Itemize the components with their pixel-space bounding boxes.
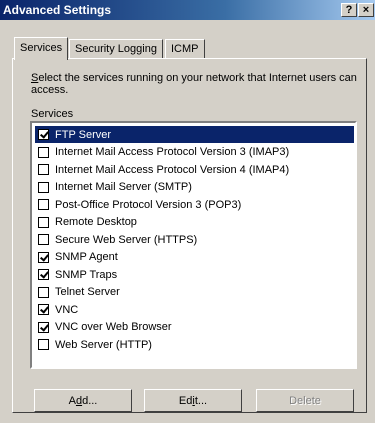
service-label: Web Server (HTTP)	[55, 338, 152, 351]
service-item[interactable]: Internet Mail Access Protocol Version 4 …	[35, 161, 354, 178]
service-item[interactable]: VNC	[35, 301, 354, 318]
service-label: Post-Office Protocol Version 3 (POP3)	[55, 198, 242, 211]
service-checkbox[interactable]	[38, 181, 49, 193]
add-button[interactable]: Ad d...	[34, 389, 132, 412]
tab-icmp[interactable]: ICMP	[165, 39, 205, 59]
service-label: Internet Mail Access Protocol Version 4 …	[55, 163, 290, 176]
service-item[interactable]: FTP Server	[35, 126, 354, 143]
service-label: VNC	[55, 303, 79, 316]
service-item[interactable]: SNMP Traps	[35, 266, 354, 283]
services-listbox[interactable]: FTP Server Internet Mail Access Protocol …	[30, 121, 357, 369]
service-item[interactable]: Internet Mail Access Protocol Version 3 …	[35, 144, 354, 161]
service-checkbox[interactable]	[38, 146, 49, 158]
service-label: SNMP Traps	[55, 268, 118, 281]
service-checkbox[interactable]	[38, 199, 49, 210]
service-label: Internet Mail Server (SMTP)	[55, 181, 192, 193]
title-bar[interactable]: Advanced Settings ? ×	[0, 0, 375, 20]
close-button[interactable]: ×	[358, 3, 374, 17]
window-title: Advanced Settings	[3, 3, 112, 17]
service-item[interactable]: Remote Desktop	[35, 214, 354, 231]
service-checkbox[interactable]	[38, 321, 49, 333]
tab-security-logging[interactable]: Security Logging	[69, 39, 163, 59]
service-item[interactable]: VNC over Web Browser	[35, 319, 354, 336]
service-label: SNMP Agent	[55, 251, 118, 263]
service-checkbox[interactable]	[38, 216, 49, 228]
service-label: VNC over Web Browser	[55, 321, 172, 333]
services-label: Services	[31, 108, 74, 120]
service-item[interactable]: Telnet Server	[35, 284, 354, 301]
service-label: FTP Server	[55, 128, 112, 141]
services-description: Select the services running on your netw…	[31, 72, 361, 96]
description-text: elect the services running on your netwo…	[31, 72, 357, 96]
service-label: Remote Desktop	[55, 216, 137, 228]
service-item[interactable]: Web Server (HTTP)	[35, 336, 354, 353]
service-item[interactable]: Secure Web Server (HTTPS)	[35, 231, 354, 248]
service-item[interactable]: Internet Mail Server (SMTP)	[35, 179, 354, 196]
service-item[interactable]: SNMP Agent	[35, 249, 354, 266]
service-label: Secure Web Server (HTTPS)	[55, 233, 198, 246]
delete-button[interactable]: Delete	[256, 389, 354, 412]
service-checkbox[interactable]	[38, 164, 49, 175]
service-checkbox[interactable]	[38, 234, 49, 245]
service-label: Internet Mail Access Protocol Version 3 …	[55, 146, 290, 158]
service-checkbox[interactable]	[38, 304, 49, 315]
service-label: Telnet Server	[55, 286, 120, 298]
edit-button[interactable]: Ed i t...	[144, 389, 242, 412]
service-checkbox[interactable]	[38, 269, 49, 280]
help-button[interactable]: ?	[341, 3, 357, 17]
service-checkbox[interactable]	[38, 251, 49, 263]
service-checkbox[interactable]	[38, 286, 49, 298]
service-item[interactable]: Post-Office Protocol Version 3 (POP3)	[35, 196, 354, 213]
tab-services[interactable]: Services	[14, 37, 69, 60]
service-checkbox[interactable]	[38, 339, 49, 350]
service-checkbox[interactable]	[38, 129, 49, 140]
